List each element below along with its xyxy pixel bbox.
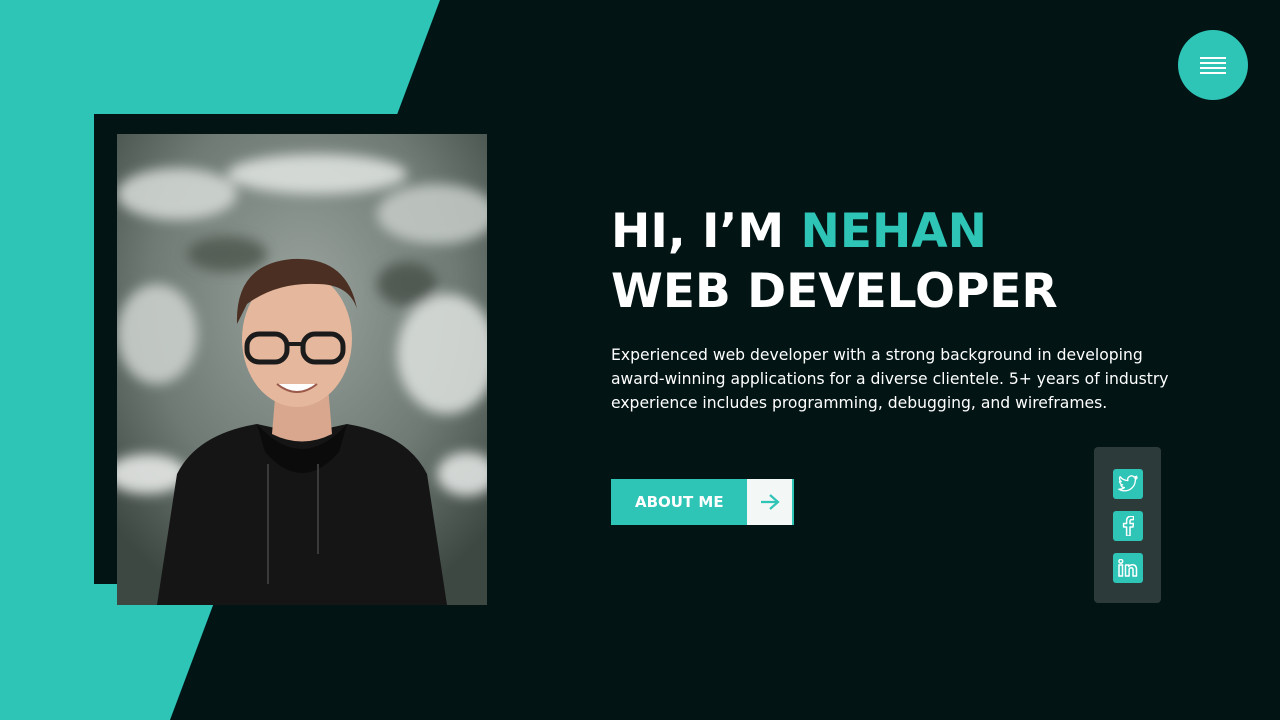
- linkedin-icon[interactable]: [1113, 553, 1143, 583]
- profile-photo: [117, 134, 487, 605]
- role-text: WEB DEVELOPER: [611, 264, 1058, 319]
- name-text: NEHAN: [800, 204, 988, 259]
- about-me-button[interactable]: ABOUT ME: [611, 479, 794, 525]
- twitter-icon[interactable]: [1113, 469, 1143, 499]
- social-links-panel: [1094, 447, 1161, 603]
- hamburger-menu-icon: [1200, 57, 1226, 74]
- greeting-text: HI, I’M: [611, 204, 801, 259]
- arrow-right-icon: [747, 479, 794, 525]
- about-me-label: ABOUT ME: [611, 479, 747, 525]
- menu-button[interactable]: [1178, 30, 1248, 100]
- hero-headline: HI, I’M NEHAN WEB DEVELOPER: [611, 202, 1058, 322]
- facebook-icon[interactable]: [1113, 511, 1143, 541]
- bio-text: Experienced web developer with a strong …: [611, 346, 1169, 412]
- hero-section: HI, I’M NEHAN WEB DEVELOPER Experienced …: [0, 0, 1280, 720]
